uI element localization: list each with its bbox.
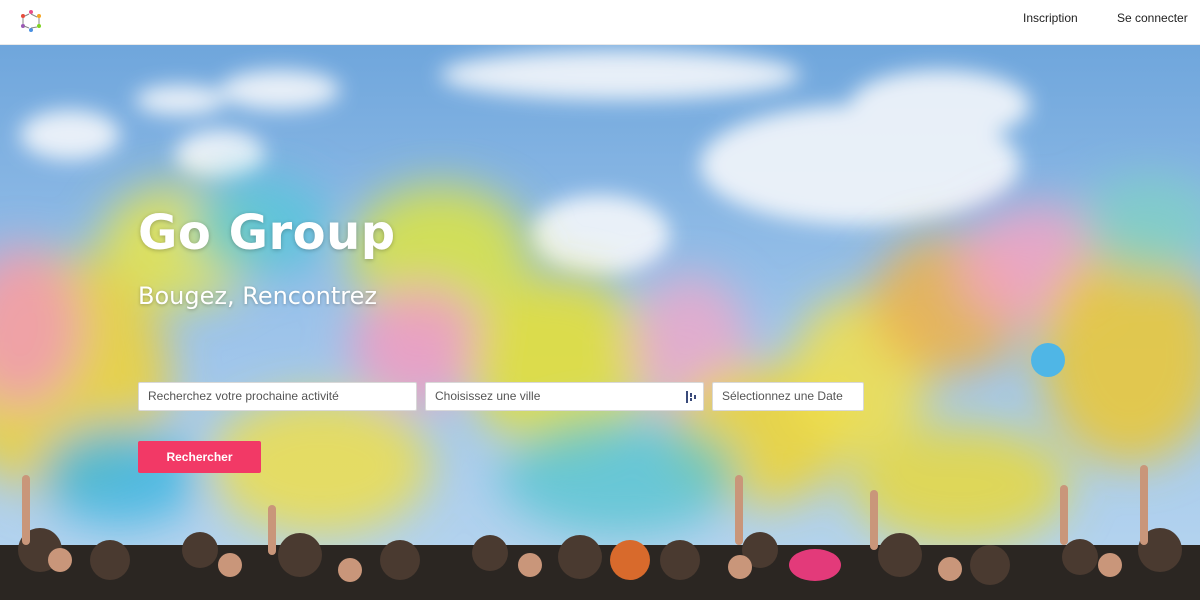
- activity-placeholder: Recherchez votre prochaine activité: [148, 389, 339, 403]
- location-picker-icon[interactable]: [686, 391, 696, 403]
- city-select-input[interactable]: Choisissez une ville: [425, 382, 704, 411]
- hero-section: Go Group Bougez, Rencontrez Recherchez v…: [0, 45, 1200, 600]
- signup-link[interactable]: Inscription: [1023, 11, 1078, 25]
- login-link[interactable]: Se connecter: [1117, 11, 1188, 25]
- search-button[interactable]: Rechercher: [138, 441, 261, 473]
- hero-subtitle: Bougez, Rencontrez: [138, 282, 377, 310]
- people-circle-logo-icon[interactable]: [16, 6, 46, 36]
- activity-search-input[interactable]: Recherchez votre prochaine activité: [138, 382, 417, 411]
- hero-background-image: [0, 45, 1200, 600]
- date-placeholder: Sélectionnez une Date: [722, 389, 843, 403]
- date-picker-input[interactable]: Sélectionnez une Date: [712, 382, 864, 411]
- hero-title: Go Group: [138, 205, 396, 261]
- top-navbar: Inscription Se connecter: [0, 0, 1200, 45]
- city-placeholder: Choisissez une ville: [435, 389, 541, 403]
